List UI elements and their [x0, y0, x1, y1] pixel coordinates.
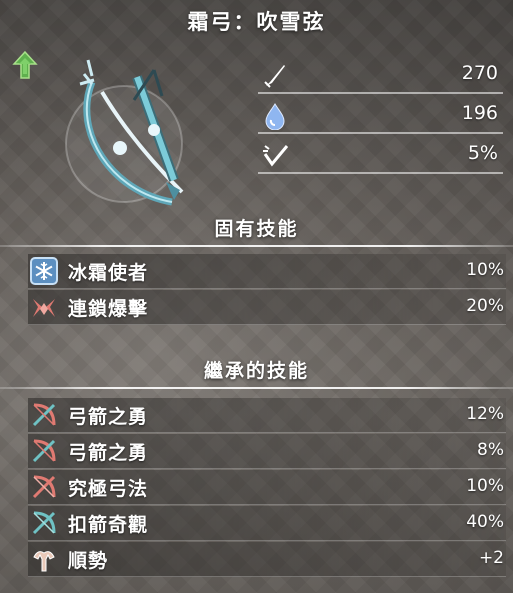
skill-row[interactable]: 弓箭之勇 8% [28, 434, 506, 469]
skill-level: +2 [478, 548, 504, 568]
skill-level: 40% [466, 512, 504, 532]
blade-attack-icon [264, 65, 285, 88]
inherited-skills-title: 繼承的技能 [203, 360, 309, 382]
skill-row[interactable]: 究極弓法 10% [28, 470, 506, 505]
section-divider [0, 387, 513, 389]
snowflake-icon [30, 257, 58, 285]
skill-name: 冰霜使者 [68, 262, 149, 284]
crossed-bow-icon [32, 475, 56, 499]
skill-name: 扣箭奇觀 [68, 514, 149, 536]
affinity-stat: 5% [258, 138, 503, 174]
inherent-skills-title: 固有技能 [214, 218, 299, 240]
skill-row[interactable]: 扣箭奇觀 40% [28, 506, 506, 541]
skill-name: 順勢 [68, 550, 109, 572]
affinity-value: 5% [467, 142, 498, 164]
skill-name: 連鎖爆擊 [68, 298, 149, 320]
skill-level: 10% [466, 260, 504, 280]
water-drop-element-icon [265, 103, 285, 130]
crossed-bow-icon [32, 511, 56, 535]
skill-level: 8% [477, 440, 504, 460]
skill-level: 12% [466, 404, 504, 424]
skill-row[interactable]: 弓箭之勇 12% [28, 398, 506, 433]
affinity-icon [263, 145, 289, 167]
section-divider [0, 245, 513, 247]
skill-level: 10% [466, 476, 504, 496]
skill-row[interactable]: 冰霜使者 10% [28, 254, 506, 289]
crossed-bow-icon [32, 403, 56, 427]
skill-level: 20% [466, 296, 504, 316]
crossed-bow-icon [32, 439, 56, 463]
weapon-name: 霜弓：吹雪弦 [187, 10, 326, 34]
element-stat: 196 [258, 98, 503, 134]
green-arrow-up-icon [12, 50, 38, 79]
frost-bow-image [65, 59, 184, 206]
skill-row[interactable]: 連鎖爆擊 20% [28, 290, 506, 325]
chain-burst-icon [33, 299, 55, 317]
flex-muscle-icon [33, 551, 55, 572]
weapon-detail-panel: 霜弓：吹雪弦 270 196 5% 固有技能 冰霜使者 10% 連鎖爆擊 20%… [0, 0, 513, 593]
skill-name: 弓箭之勇 [68, 406, 149, 428]
skill-row[interactable]: 順勢 +2 [28, 542, 506, 577]
skill-name: 究極弓法 [68, 478, 149, 500]
element-value: 196 [461, 102, 498, 124]
attack-stat: 270 [258, 58, 503, 94]
skill-name: 弓箭之勇 [68, 442, 149, 464]
attack-value: 270 [461, 62, 498, 84]
